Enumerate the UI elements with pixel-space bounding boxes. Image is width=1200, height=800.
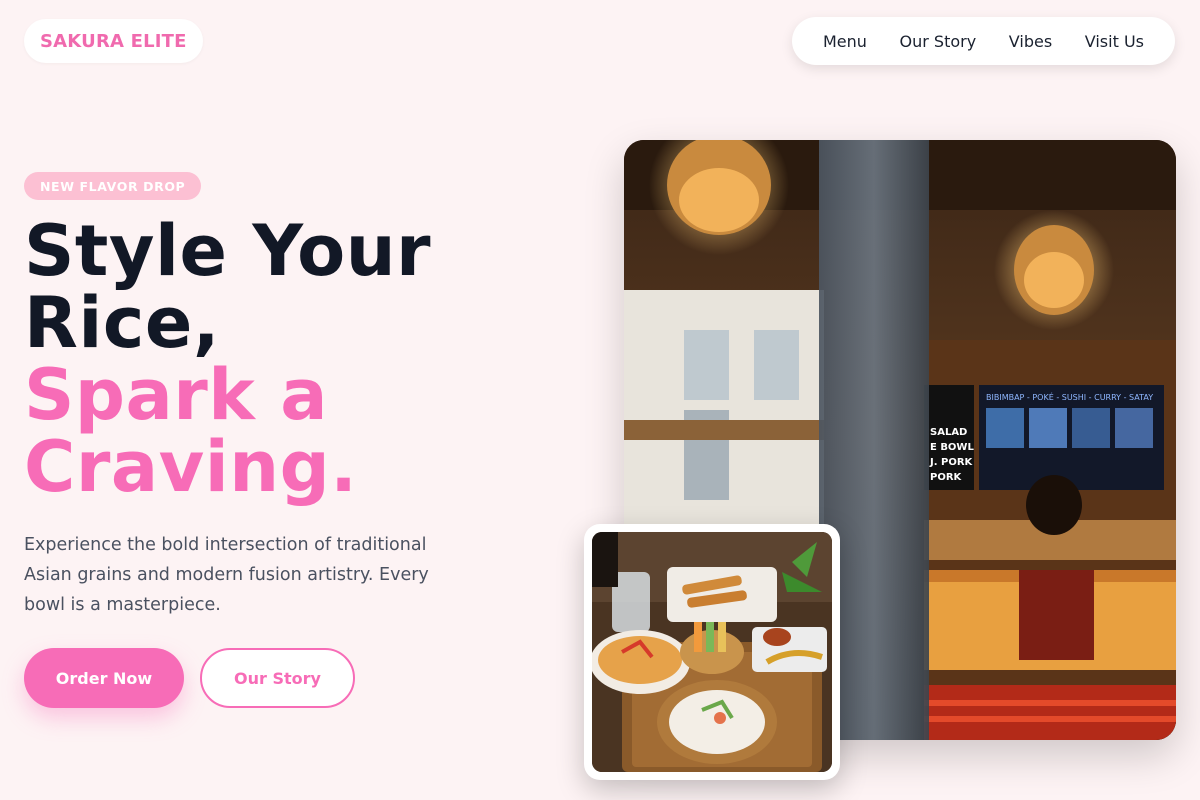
nav-item-our-story[interactable]: Our Story	[900, 32, 977, 51]
new-flavor-badge: NEW FLAVOR DROP	[24, 172, 202, 200]
badge-label: NEW FLAVOR DROP	[40, 178, 186, 194]
brand-name: SAKURA ELITE	[40, 30, 187, 52]
nav-item-vibes[interactable]: Vibes	[1009, 32, 1052, 51]
headline-line-1: Style Your	[24, 210, 432, 292]
sign-line-4: PORK	[930, 472, 963, 483]
brand-logo[interactable]: SAKURA ELITE	[24, 19, 203, 63]
our-story-label: Our Story	[234, 668, 321, 688]
order-now-label: Order Now	[55, 668, 153, 688]
food-photo-card	[584, 524, 840, 780]
menu-board-text: BIBIMBAP - POKÉ - SUSHI - CURRY - SATAY	[986, 391, 1153, 402]
headline-line-3: Spark a	[24, 354, 328, 436]
hero-headline: Style Your Rice, Spark a Craving.	[24, 215, 584, 503]
food-photo	[592, 532, 832, 772]
sign-line-3: J. PORK	[929, 457, 974, 468]
order-now-button[interactable]: Order Now	[24, 648, 184, 708]
headline-line-2: Rice,	[24, 282, 220, 364]
sign-line-1: SALAD	[930, 427, 967, 438]
nav-item-visit-us[interactable]: Visit Us	[1085, 32, 1144, 51]
our-story-button[interactable]: Our Story	[200, 648, 355, 708]
nav-item-menu[interactable]: Menu	[823, 32, 867, 51]
headline-line-4: Craving.	[24, 426, 358, 508]
main-nav: Menu Our Story Vibes Visit Us	[792, 17, 1175, 65]
sign-line-2: E BOWL	[930, 442, 974, 453]
food-illustration	[592, 532, 832, 772]
hero-description: Experience the bold intersection of trad…	[24, 535, 429, 615]
